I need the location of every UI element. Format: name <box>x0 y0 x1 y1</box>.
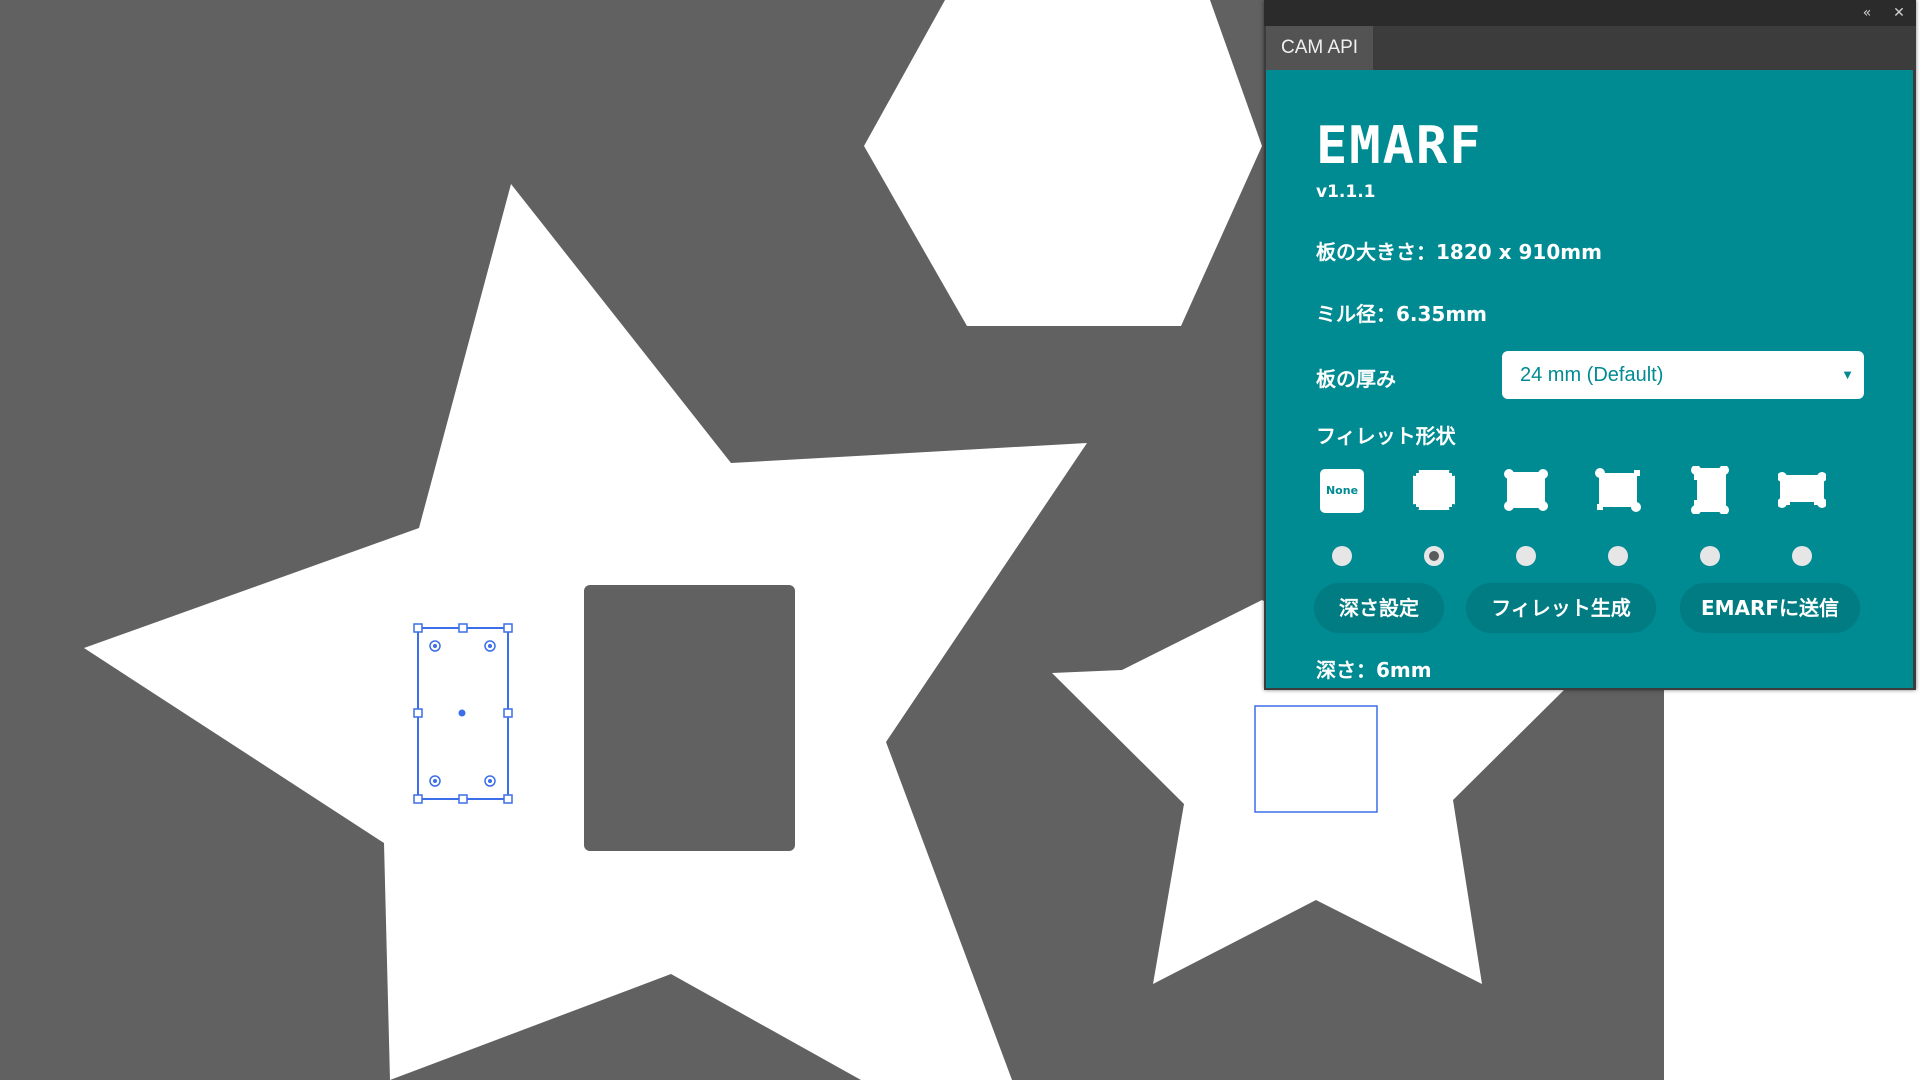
hexagon-shape[interactable] <box>864 0 1262 326</box>
emarf-logo: EMARF <box>1316 116 1483 176</box>
fillet-shape-label: フィレット形状 <box>1316 424 1456 448</box>
fillet-option-rounded[interactable] <box>1404 466 1464 576</box>
selection-handle[interactable] <box>413 794 423 804</box>
panel-titlebar[interactable]: « ✕ <box>1264 0 1916 26</box>
selection-handle[interactable] <box>458 794 468 804</box>
dropdown-arrow-icon: ▼ <box>1841 367 1854 382</box>
close-icon[interactable]: ✕ <box>1888 2 1910 24</box>
thickness-selected-value: 24 mm (Default) <box>1520 364 1664 386</box>
fillet-radio[interactable] <box>1332 546 1352 566</box>
panel-body: EMARF v1.1.1 板の大きさ：1820 x 910mm ミル径：6.35… <box>1266 70 1913 688</box>
square-cutout[interactable] <box>584 585 795 851</box>
generate-fillet-button[interactable]: フィレット生成 <box>1466 583 1656 633</box>
mill-diameter-text: ミル径：6.35mm <box>1316 302 1488 326</box>
fillet-radio[interactable] <box>1792 546 1812 566</box>
fillet-radio[interactable] <box>1516 546 1536 566</box>
fillet-option-none[interactable]: None <box>1312 466 1372 576</box>
selection-handle[interactable] <box>503 708 513 718</box>
fillet-option-dogbone[interactable] <box>1496 466 1556 576</box>
panel-tabbar: CAM API <box>1264 26 1916 70</box>
cam-api-panel: « ✕ CAM API EMARF v1.1.1 板の大きさ：1820 x 91… <box>1264 0 1916 690</box>
fillet-option-diagonal[interactable] <box>1588 466 1648 576</box>
fillet-tbone-vertical-icon <box>1691 466 1729 514</box>
fillet-option-tbone-horizontal[interactable] <box>1772 466 1832 576</box>
fillet-none-icon: None <box>1320 469 1364 513</box>
tab-cam-api[interactable]: CAM API <box>1266 26 1374 70</box>
double-chevron-left-icon[interactable]: « <box>1856 2 1878 24</box>
fillet-dogbone-corners-icon <box>1502 466 1550 514</box>
center-point <box>458 709 466 717</box>
fillet-radio[interactable] <box>1608 546 1628 566</box>
fillet-option-tbone-vertical[interactable] <box>1680 466 1740 576</box>
selection-handle[interactable] <box>503 623 513 633</box>
depth-settings-button[interactable]: 深さ設定 <box>1314 583 1444 633</box>
fillet-rounded-square-icon <box>1411 468 1457 512</box>
selection-handle[interactable] <box>413 623 423 633</box>
thickness-select[interactable]: 24 mm (Default) ▼ <box>1502 351 1864 399</box>
selection-handle[interactable] <box>458 623 468 633</box>
version-label: v1.1.1 <box>1316 182 1376 202</box>
send-to-emarf-button[interactable]: EMARFに送信 <box>1680 583 1860 633</box>
selection-handle[interactable] <box>503 794 513 804</box>
thickness-label: 板の厚み <box>1316 367 1396 391</box>
fillet-dogbone-diagonal-icon <box>1595 468 1641 512</box>
fillet-radio[interactable] <box>1700 546 1720 566</box>
fillet-radio-selected[interactable] <box>1424 546 1444 566</box>
fillet-tbone-horizontal-icon <box>1778 472 1826 508</box>
depth-status-text: 深さ：6mm <box>1316 658 1432 682</box>
board-size-text: 板の大きさ：1820 x 910mm <box>1316 240 1602 264</box>
selection-handle[interactable] <box>413 708 423 718</box>
